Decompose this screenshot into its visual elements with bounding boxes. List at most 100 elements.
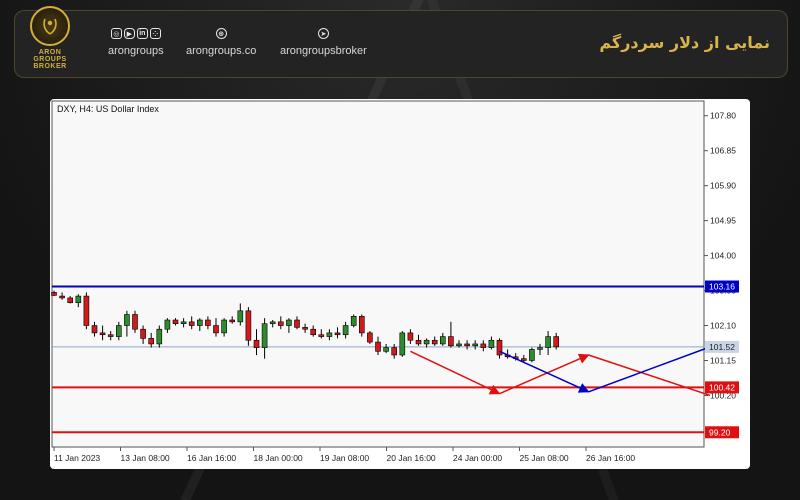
candle [399,331,406,357]
candle [367,331,373,344]
telegram-label[interactable]: arongroupsbroker [280,45,367,57]
laurel-icon [43,18,57,35]
candle [350,314,357,328]
candle-body [326,332,333,337]
candle-body [156,328,163,345]
candle-body [545,336,551,348]
candle-body [286,319,292,326]
candle-body [456,343,462,347]
x-tick-label: 19 Jan 08:00 [320,453,369,463]
dice-icon[interactable]: ⁘ [149,28,161,39]
candle-body [439,336,446,345]
logo-line-1: ARON [38,49,62,56]
candle-body [415,339,422,345]
plot-area [51,100,705,448]
candle-body [140,328,146,339]
candle-body [75,295,82,304]
chart-title: DXY, H4: US Dollar Index [57,104,159,114]
candle-body [399,332,406,356]
candle-body [383,347,389,352]
candle [83,292,90,330]
page-title: نمایی از دلار سردرگم [599,33,770,52]
candle-body [529,349,535,361]
dxy-candlestick-chart: DXY, H4: US Dollar Index 107.80 106.85 105… [51,100,739,463]
candle-body [261,323,268,348]
level-badge-label: 101.52 [709,342,735,352]
candle-body [229,319,235,323]
social-instagram-youtube-linkedin[interactable]: ◎ ▶ in ⁘ arongroups [108,28,164,57]
candle-body [67,297,74,304]
candle-body [51,292,57,296]
social-handle-label[interactable]: arongroups [108,45,164,57]
level-badge-label: 103.16 [709,282,735,292]
candle-body [375,341,381,352]
candle-body [334,332,341,336]
candle-body [59,295,65,299]
candle-body [124,314,130,326]
level-badge-label: 99.20 [709,427,731,437]
candle-body [448,336,454,347]
social-telegram[interactable]: ➤ arongroupsbroker [280,28,367,57]
candle-body [310,328,317,336]
candle-body [197,319,203,326]
logo-line-3: BROKER [33,63,67,70]
candle-body [350,316,357,326]
candle-body [407,332,414,341]
candle-body [205,319,211,326]
y-tick-label: 104.95 [710,216,736,226]
candle-body [464,343,470,347]
logo-line-2: GROUPS [33,56,67,63]
candle-body [488,339,495,348]
candle-body [302,327,308,330]
x-tick-label: 13 Jan 08:00 [121,453,170,463]
candle [529,347,535,363]
candle-body [423,339,430,345]
candle [245,307,252,346]
candle-body [148,338,154,345]
x-tick-label: 16 Jan 16:00 [187,453,236,463]
x-tick-label: 24 Jan 00:00 [453,453,502,463]
youtube-icon[interactable]: ▶ [123,28,135,39]
candle-body [172,319,179,324]
candle-body [472,343,479,347]
candle-body [221,319,227,334]
chart-panel: DXY, H4: US Dollar Index 107.80 106.85 105… [50,99,750,469]
logo-emblem [30,6,70,46]
social-website[interactable]: ⊕ arongroups.co [186,28,256,57]
y-tick-label: 101.15 [710,356,736,366]
candle-body [294,319,300,328]
linkedin-icon[interactable]: in [136,28,148,39]
candle-body [342,325,349,336]
instagram-icon[interactable]: ◎ [110,28,122,39]
candle-body [188,321,195,326]
aron-groups-logo: ARON GROUPS BROKER [22,6,78,72]
candle-body [431,339,438,345]
candle-body [318,334,325,337]
candle-body [253,339,260,348]
x-tick-label: 20 Jan 16:00 [387,453,436,463]
telegram-icon[interactable]: ➤ [317,28,329,39]
candle-body [358,316,365,334]
candle-body [91,325,98,334]
x-tick-label: 25 Jan 08:00 [520,453,569,463]
candle-body [180,321,187,324]
candle-body [164,319,171,330]
y-tick-label: 104.00 [710,251,736,261]
x-tick-label: 26 Jan 16:00 [586,453,635,463]
candle-body [99,332,106,336]
candle-body [107,334,114,337]
candle-body [116,325,122,337]
candle-body [245,310,252,341]
globe-icon[interactable]: ⊕ [215,28,227,39]
candle-body [537,347,543,350]
x-tick-label: 11 Jan 2023 [54,453,100,463]
y-tick-label: 107.80 [710,111,736,121]
website-label[interactable]: arongroups.co [186,45,256,57]
candle-body [269,321,276,324]
candle-body [83,295,90,326]
y-tick-label: 106.85 [710,146,736,156]
x-tick-label: 18 Jan 00:00 [254,453,303,463]
candle-body [367,332,373,343]
candle-body [553,336,560,348]
candle-body [132,314,138,330]
